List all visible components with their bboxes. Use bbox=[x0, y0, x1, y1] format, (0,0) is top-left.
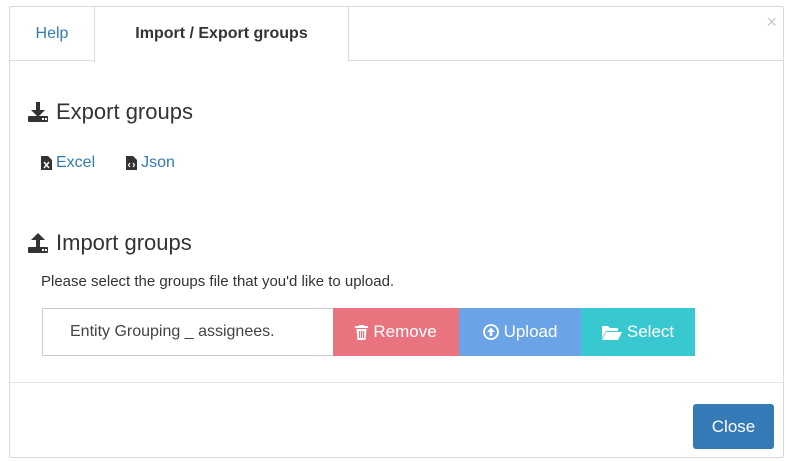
tab-bar: Help Import / Export groups × bbox=[10, 7, 783, 62]
upload-button-label[interactable]: Upload bbox=[504, 308, 558, 356]
file-name-field[interactable]: Entity Grouping _ assignees. bbox=[42, 308, 333, 356]
export-section-title: Export groups bbox=[27, 99, 193, 125]
tab-import-export-groups[interactable]: Import / Export groups bbox=[95, 7, 349, 62]
close-button[interactable]: Close bbox=[693, 404, 774, 449]
download-icon bbox=[28, 102, 48, 122]
upload-button[interactable]: Upload bbox=[459, 308, 581, 356]
import-export-dialog: Help Import / Export groups × Export gro… bbox=[9, 6, 784, 458]
export-json-label[interactable]: Json bbox=[141, 154, 175, 172]
code-file-icon bbox=[126, 156, 138, 170]
close-icon[interactable]: × bbox=[766, 13, 777, 31]
import-section-title: Import groups bbox=[27, 230, 192, 256]
export-title-text: Export groups bbox=[56, 99, 193, 124]
folder-open-icon bbox=[601, 325, 622, 340]
upload-icon bbox=[28, 233, 48, 253]
file-upload-group: Entity Grouping _ assignees. Remove Uplo… bbox=[42, 308, 695, 356]
export-excel-link[interactable]: Excel bbox=[41, 154, 95, 172]
tab-help[interactable]: Help bbox=[10, 7, 95, 62]
export-json-link[interactable]: Json bbox=[126, 154, 175, 172]
import-title-text: Import groups bbox=[56, 230, 192, 255]
remove-button[interactable]: Remove bbox=[333, 308, 459, 356]
dialog-footer: Close bbox=[10, 382, 783, 457]
trash-icon bbox=[355, 324, 369, 340]
export-links: Excel Json bbox=[41, 154, 206, 172]
select-button-label[interactable]: Select bbox=[627, 308, 674, 356]
upload-circle-icon bbox=[482, 324, 499, 340]
remove-button-label[interactable]: Remove bbox=[373, 308, 436, 356]
select-button[interactable]: Select bbox=[581, 308, 695, 356]
excel-file-icon bbox=[41, 156, 52, 170]
import-description: Please select the groups file that you'd… bbox=[41, 273, 395, 290]
export-excel-label[interactable]: Excel bbox=[56, 154, 95, 172]
